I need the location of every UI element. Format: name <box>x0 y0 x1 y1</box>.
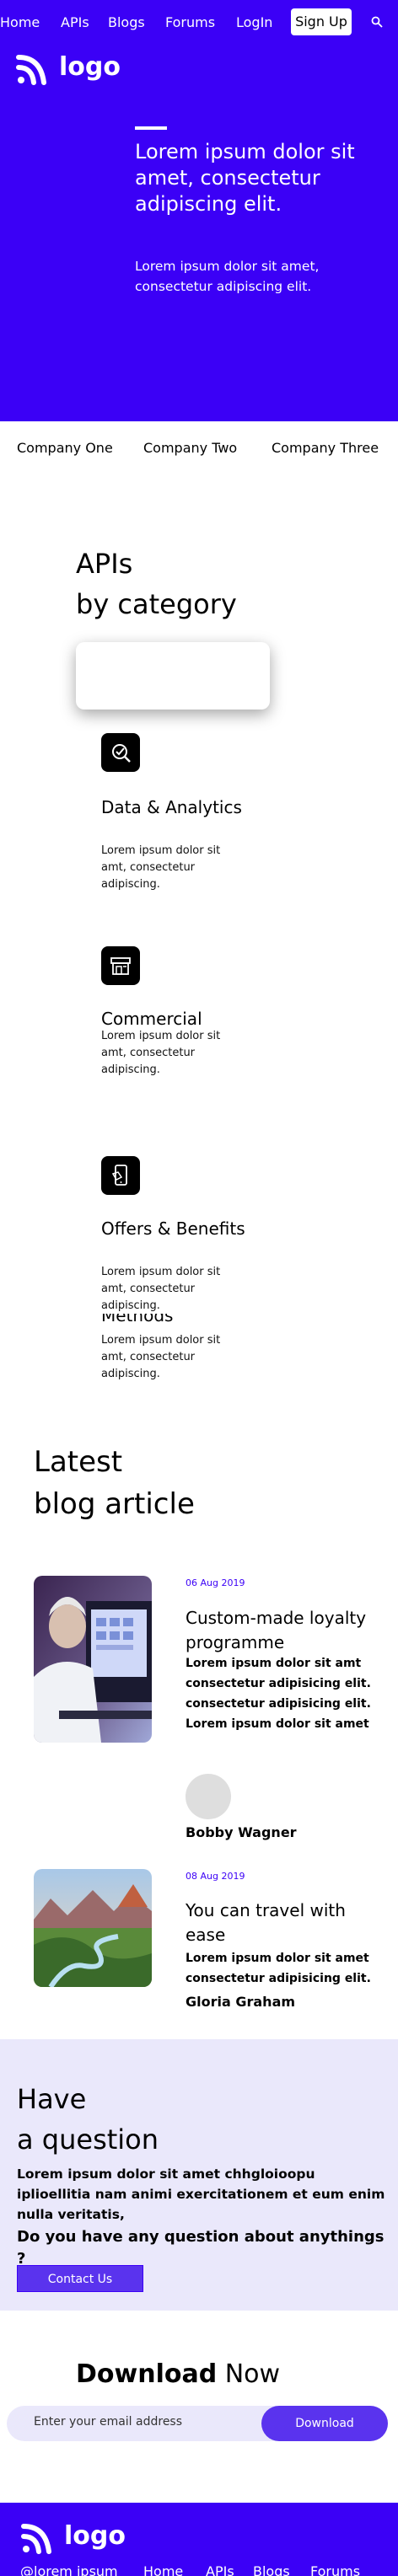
question-title-line2: a question <box>17 2123 159 2156</box>
hero-title: Lorem ipsum dolor sit amet, consectetur … <box>135 140 355 216</box>
blog-excerpt-2: Lorem ipsum dolor sit amet consectetur a… <box>186 1952 371 1985</box>
logo[interactable]: logo <box>15 49 121 86</box>
category-title-data-analytics[interactable]: Data & Analytics <box>101 795 270 819</box>
email-placeholder[interactable]: Enter your email address <box>34 2415 253 2429</box>
footer-logo-mark-icon <box>21 2524 51 2554</box>
blog-image-computer[interactable] <box>34 1576 152 1743</box>
nav-link-apis[interactable]: APIs <box>61 13 89 32</box>
apis-title-line2: by category <box>76 588 237 620</box>
category-desc-methods: Lorem ipsum dolor sit amt, consectetur a… <box>101 1334 221 1380</box>
nav-link-login[interactable]: LogIn <box>236 13 272 32</box>
hero-subtitle: Lorem ipsum dolor sit amet, consectetur … <box>135 259 320 294</box>
question-title-line1: Have <box>17 2083 87 2115</box>
nav-link-blogs[interactable]: Blogs <box>108 13 145 32</box>
download-title: Download Now <box>76 2356 280 2393</box>
category-desc-commercial: Lorem ipsum dolor sit amt, consectetur a… <box>101 1030 221 1076</box>
question-text: Lorem ipsum dolor sit amet chhgloioopu i… <box>17 2166 385 2222</box>
apis-section-title: APIs by category <box>76 544 329 624</box>
company-two: Company Two <box>143 440 238 456</box>
blog-section-title: Latest blog article <box>34 1441 287 1525</box>
category-title-methods[interactable]: Methods <box>101 1314 270 1327</box>
storefront-icon <box>101 946 140 985</box>
apis-title-line1: APIs <box>76 548 133 580</box>
footer-link-home[interactable]: Home <box>143 2563 183 2576</box>
question-section: Have a question Lorem ipsum dolor sit am… <box>0 2039 398 2311</box>
blog-author-1: Bobby Wagner <box>186 1824 297 1840</box>
download-title-bold: Download <box>76 2359 218 2389</box>
signup-button[interactable]: Sign Up <box>291 8 352 35</box>
blog-title-line1: Latest <box>34 1445 123 1479</box>
footer-link-apis[interactable]: APIs <box>206 2563 234 2576</box>
blog-title-line2: blog article <box>34 1487 195 1521</box>
footer-logo[interactable]: logo <box>20 2518 126 2555</box>
footer-link-forums[interactable]: Forums <box>310 2563 360 2576</box>
blog-title-1[interactable]: Custom-made loyalty programme <box>186 1606 388 1655</box>
download-title-rest: Now <box>217 2359 281 2389</box>
category-title-offers-benefits[interactable]: Offers & Benefits <box>101 1217 270 1240</box>
analytics-icon <box>101 733 140 772</box>
blog-date-2: 08 Aug 2019 <box>186 1871 245 1882</box>
blog-date-1: 06 Aug 2019 <box>186 1577 245 1588</box>
contact-us-button[interactable]: Contact Us <box>17 2265 143 2292</box>
question-title: Have a question <box>17 2079 270 2160</box>
footer-logo-text: logo <box>64 2521 126 2551</box>
category-desc-data-analytics: Lorem ipsum dolor sit amt, consectetur a… <box>101 844 221 891</box>
company-three: Company Three <box>272 440 379 456</box>
blog-excerpt-1: Lorem ipsum dolor sit amt consectetur ad… <box>186 1657 371 1731</box>
footer-link-blogs[interactable]: Blogs <box>253 2563 290 2576</box>
category-title-methods-text: Methods <box>101 1314 174 1325</box>
footer-link-copyright[interactable]: @lorem ipsum <box>20 2563 118 2576</box>
question-ask: Do you have any question about anythings… <box>17 2228 385 2268</box>
author-avatar <box>186 1774 231 1819</box>
hero-accent-line <box>135 126 167 130</box>
company-one: Company One <box>17 440 113 456</box>
logo-text: logo <box>59 52 121 82</box>
nav-link-home[interactable]: Home <box>0 13 40 32</box>
hero-section: Home APIs Blogs Forums LogIn Sign Up log… <box>0 0 398 421</box>
blog-title-2[interactable]: You can travel with ease <box>186 1899 388 1947</box>
category-card[interactable] <box>76 642 270 710</box>
download-button[interactable]: Download <box>261 2406 388 2441</box>
blog-image-landscape[interactable] <box>34 1869 152 1987</box>
category-desc-offers-benefits: Lorem ipsum dolor sit amt, consectetur a… <box>101 1266 221 1312</box>
footer: logo @lorem ipsum Home APIs Blogs Forums <box>0 2503 398 2576</box>
blog-author-2: Gloria Graham <box>186 1994 296 2010</box>
logo-mark-icon <box>16 55 46 85</box>
search-icon[interactable] <box>371 16 383 28</box>
category-title-commercial[interactable]: Commercial <box>101 1007 270 1031</box>
mobile-offer-icon <box>101 1156 140 1195</box>
nav-link-forums[interactable]: Forums <box>165 13 215 32</box>
